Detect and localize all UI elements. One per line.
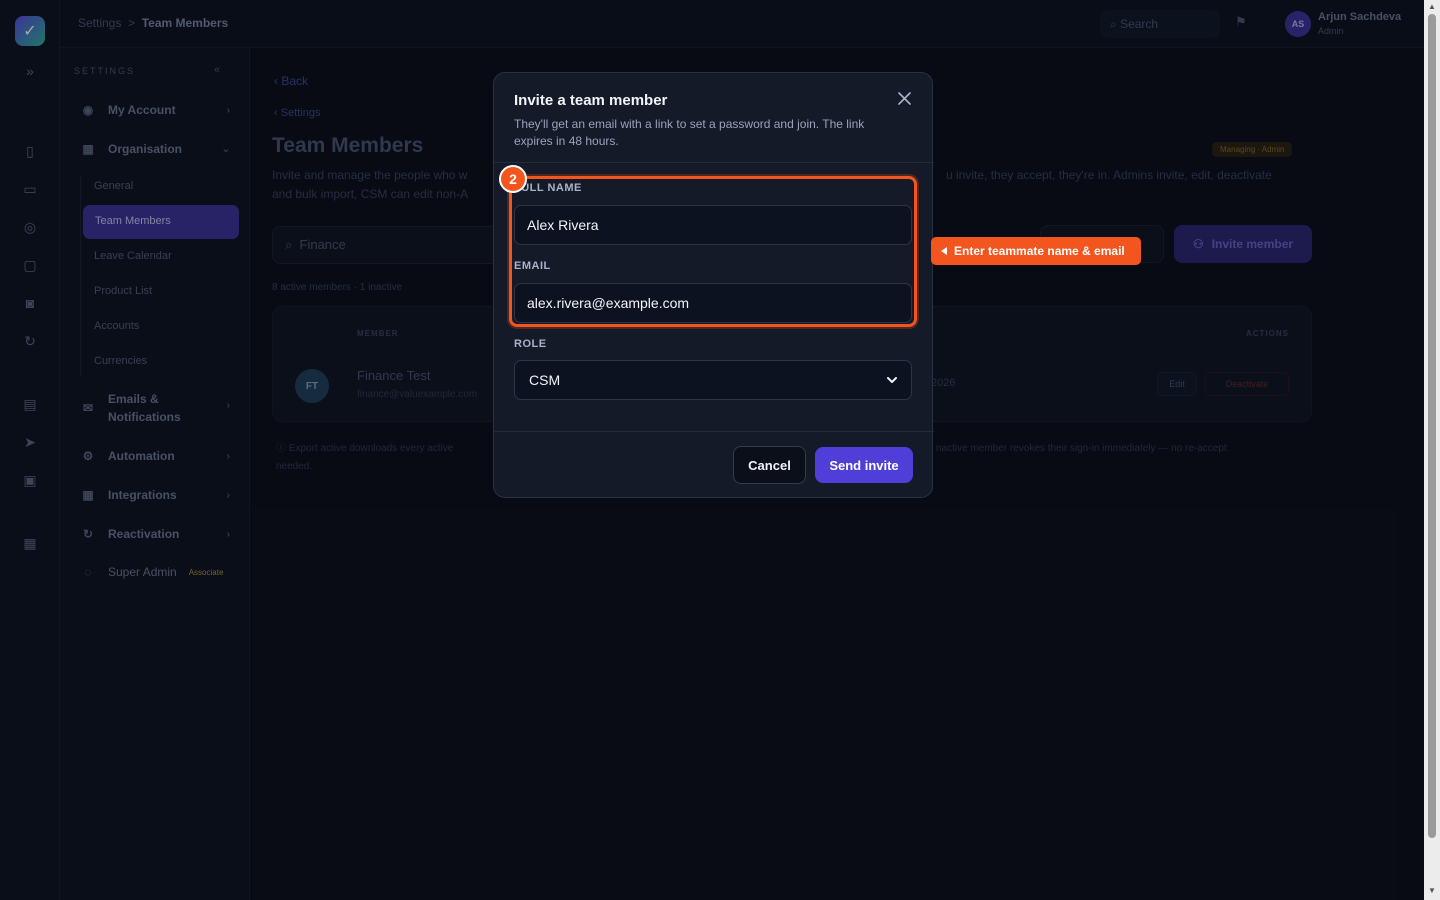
modal-title: Invite a team member [514,92,668,109]
scrollbar-thumb[interactable] [1428,14,1436,838]
page-scrollbar[interactable]: ▲ ▼ [1424,0,1440,900]
arrow-left-icon [941,247,947,255]
role-selected-value: CSM [529,372,561,388]
chevron-down-icon [887,377,897,383]
modal-subtitle: They'll get an email with a link to set … [514,117,865,148]
callout-text: Enter teammate name & email [954,244,1125,258]
modal-footer-divider [494,431,934,432]
tutorial-callout: Enter teammate name & email [931,237,1141,265]
tutorial-highlight [509,176,917,327]
step-badge: 2 [499,165,527,193]
scroll-down-icon[interactable]: ▼ [1428,886,1436,895]
close-button[interactable] [893,87,915,109]
role-select[interactable]: CSM [514,360,912,400]
role-label: ROLE [514,338,547,350]
send-invite-button[interactable]: Send invite [815,447,913,483]
scroll-up-icon[interactable]: ▲ [1428,2,1436,11]
modal-header-divider [494,162,934,163]
cancel-button[interactable]: Cancel [733,446,806,484]
close-icon [897,91,911,105]
